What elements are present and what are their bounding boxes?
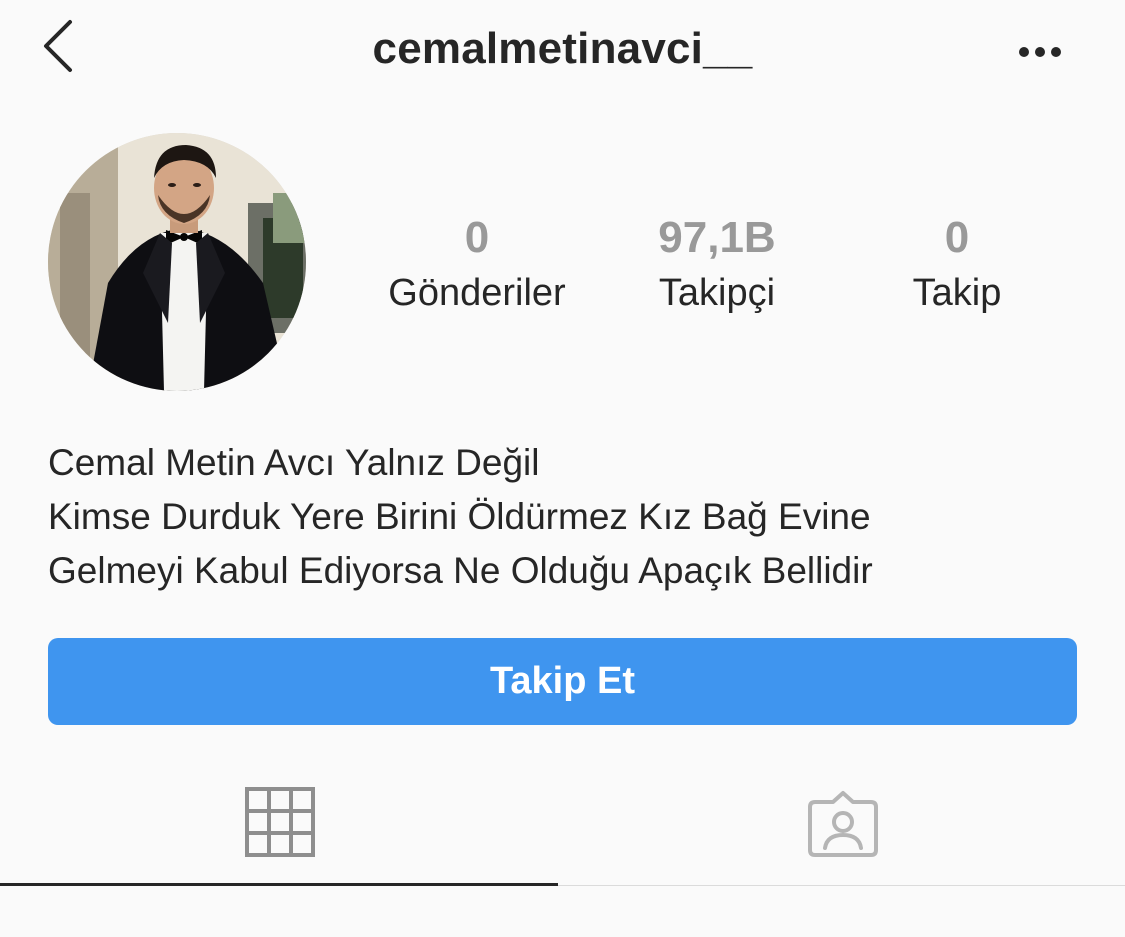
tab-divider: [558, 885, 1125, 886]
more-options-button[interactable]: [1010, 32, 1070, 72]
profile-screen: cemalmetinavci__ 0 Gönderiler 97,1B Taki…: [0, 0, 1125, 937]
posts-label: Gönderiler: [388, 272, 566, 314]
following-label: Takip: [912, 272, 1002, 314]
page-title: cemalmetinavci__: [372, 24, 753, 73]
more-horizontal-icon: [1019, 47, 1061, 57]
bio-line: Cemal Metin Avcı Yalnız Değil: [48, 442, 540, 483]
bio-line: Kimse Durduk Yere Birini Öldürmez Kız Ba…: [48, 496, 871, 537]
avatar[interactable]: [48, 133, 306, 391]
followers-count: 97,1B: [658, 213, 776, 262]
posts-stat[interactable]: 0 Gönderiler: [367, 210, 587, 320]
follow-button[interactable]: Takip Et: [48, 638, 1077, 725]
bio-line: Gelmeyi Kabul Ediyorsa Ne Olduğu Apaçık …: [48, 550, 873, 591]
header: cemalmetinavci__: [0, 0, 1125, 100]
bio: Cemal Metin Avcı Yalnız Değil Kimse Durd…: [48, 436, 1088, 598]
profile-photo: [48, 133, 306, 391]
tab-posts-grid[interactable]: [0, 770, 562, 886]
following-count: 0: [944, 213, 970, 262]
followers-label: Takipçi: [658, 272, 776, 314]
posts-count: 0: [464, 213, 490, 262]
tagged-user-icon: [808, 791, 878, 857]
followers-stat[interactable]: 97,1B Takipçi: [607, 210, 827, 320]
active-tab-indicator: [0, 883, 558, 886]
tab-tagged[interactable]: [562, 770, 1124, 886]
grid-icon: [245, 787, 315, 857]
following-stat[interactable]: 0 Takip: [847, 210, 1067, 320]
